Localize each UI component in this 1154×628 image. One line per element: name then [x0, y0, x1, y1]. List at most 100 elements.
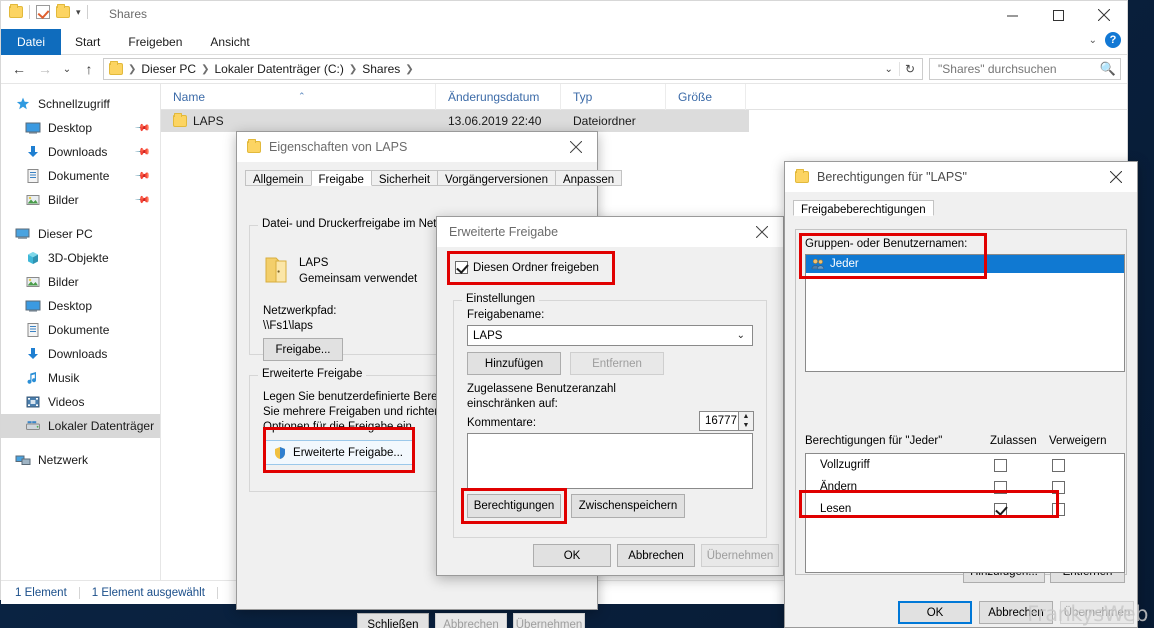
- spinner-up-icon[interactable]: ▲: [739, 412, 753, 421]
- table-row[interactable]: Ändern: [806, 476, 1124, 498]
- pin-icon[interactable]: 📌: [133, 168, 150, 185]
- checkbox-icon[interactable]: [1051, 480, 1065, 494]
- column-header-type[interactable]: Typ: [561, 83, 666, 110]
- pin-icon[interactable]: 📌: [133, 192, 150, 209]
- minimize-icon[interactable]: [989, 1, 1035, 29]
- sidebar-item-dokumente[interactable]: Dokumente 📌: [1, 164, 160, 188]
- navigation-sidebar[interactable]: Schnellzugriff Desktop 📌 Downloads 📌 Dok…: [1, 84, 161, 580]
- tab-datei[interactable]: Datei: [1, 29, 62, 55]
- sidebar-item-dokumente-pc[interactable]: Dokumente: [1, 318, 160, 342]
- tab-freigeben[interactable]: Freigeben: [114, 29, 196, 55]
- checkbox-icon[interactable]: [993, 502, 1007, 516]
- pin-icon[interactable]: 📌: [133, 120, 150, 137]
- sidebar-item-lokaler-datentraeger[interactable]: Lokaler Datenträger: [1, 414, 160, 438]
- kommentare-textarea[interactable]: [467, 433, 753, 489]
- breadcrumb-dieser-pc[interactable]: Dieser PC: [138, 62, 199, 76]
- deny-checkbox[interactable]: [1032, 502, 1084, 516]
- sidebar-item-3d-objekte[interactable]: 3D-Objekte: [1, 246, 160, 270]
- table-row[interactable]: Lesen: [806, 498, 1124, 520]
- column-header-size[interactable]: Größe: [666, 83, 746, 110]
- erweiterte-freigabe-button[interactable]: Erweiterte Freigabe...: [263, 440, 413, 465]
- tab-sicherheit[interactable]: Sicherheit: [370, 170, 439, 186]
- checkbox-icon[interactable]: [1051, 458, 1065, 472]
- quick-access-toolbar[interactable]: ▾: [9, 4, 88, 19]
- chevron-down-icon[interactable]: ⌄: [737, 330, 745, 341]
- forward-button[interactable]: →: [33, 58, 57, 80]
- new-folder-icon[interactable]: [56, 4, 70, 18]
- chevron-down-icon[interactable]: ⌄: [1089, 35, 1097, 46]
- checkbox-icon[interactable]: [1051, 502, 1065, 516]
- sidebar-item-desktop[interactable]: Desktop 📌: [1, 116, 160, 140]
- deny-checkbox[interactable]: [1032, 480, 1084, 494]
- search-input[interactable]: "Shares" durchsuchen 🔍: [929, 58, 1121, 80]
- zwischenspeichern-button[interactable]: Zwischenspeichern: [571, 494, 685, 518]
- allow-checkbox[interactable]: [974, 502, 1026, 516]
- uebernehmen-button[interactable]: Übernehmen: [701, 544, 779, 567]
- up-button[interactable]: ↑: [77, 58, 101, 80]
- search-icon[interactable]: 🔍: [1100, 61, 1116, 77]
- checkbox-icon[interactable]: [993, 480, 1007, 494]
- entfernen-button[interactable]: Entfernen: [570, 352, 664, 375]
- berechtigungen-button[interactable]: Berechtigungen: [467, 494, 561, 518]
- tab-freigabeberechtigungen[interactable]: Freigabeberechtigungen: [793, 200, 934, 216]
- schliessen-button[interactable]: Schließen: [357, 613, 429, 628]
- freigabename-combobox[interactable]: LAPS ⌄: [467, 325, 753, 346]
- address-dropdown-icon[interactable]: ⌄: [881, 64, 897, 75]
- ok-button[interactable]: OK: [898, 601, 972, 624]
- refresh-icon[interactable]: ↻: [898, 62, 920, 76]
- checkbox-icon[interactable]: [993, 458, 1007, 472]
- abbrechen-button[interactable]: Abbrechen: [617, 544, 695, 567]
- maximize-icon[interactable]: [1035, 1, 1081, 29]
- abbrechen-button[interactable]: Abbrechen: [435, 613, 507, 628]
- spinner-down-icon[interactable]: ▼: [739, 421, 753, 430]
- tab-allgemein[interactable]: Allgemein: [245, 170, 312, 186]
- sidebar-item-musik[interactable]: Musik: [1, 366, 160, 390]
- principals-listbox[interactable]: Jeder: [805, 254, 1125, 372]
- recent-locations-button[interactable]: ⌄: [59, 58, 75, 80]
- address-bar[interactable]: ❯ Dieser PC ❯ Lokaler Datenträger (C:) ❯…: [103, 58, 923, 80]
- sidebar-item-videos[interactable]: Videos: [1, 390, 160, 414]
- properties-check-icon[interactable]: [36, 5, 50, 19]
- sidebar-item-downloads[interactable]: Downloads 📌: [1, 140, 160, 164]
- tab-freigabe[interactable]: Freigabe: [310, 170, 372, 186]
- sidebar-item-downloads-pc[interactable]: Downloads: [1, 342, 160, 366]
- checkbox-icon[interactable]: [455, 261, 468, 274]
- allow-checkbox[interactable]: [974, 458, 1026, 472]
- breadcrumb-lokaler-datentraeger[interactable]: Lokaler Datenträger (C:): [211, 62, 346, 76]
- list-item[interactable]: Jeder: [806, 255, 1124, 273]
- benutzeranzahl-input[interactable]: 16777: [699, 411, 739, 431]
- properties-tabstrip[interactable]: Allgemein Freigabe Sicherheit Vorgängerv…: [237, 162, 623, 186]
- sidebar-group-schnellzugriff[interactable]: Schnellzugriff: [1, 92, 160, 116]
- uebernehmen-button[interactable]: Übernehmen: [513, 613, 585, 628]
- tab-anpassen[interactable]: Anpassen: [554, 170, 623, 186]
- back-button[interactable]: ←: [7, 58, 31, 80]
- close-icon[interactable]: [555, 132, 597, 162]
- tab-vorgaengerversionen[interactable]: Vorgängerversionen: [437, 170, 556, 186]
- close-icon[interactable]: [1095, 162, 1137, 192]
- benutzeranzahl-spinner[interactable]: ▲ ▼: [739, 411, 754, 431]
- sidebar-item-desktop-pc[interactable]: Desktop: [1, 294, 160, 318]
- permissions-listbox[interactable]: Vollzugriff Ändern Lesen: [805, 453, 1125, 573]
- allow-checkbox[interactable]: [974, 480, 1026, 494]
- sidebar-item-bilder-pc[interactable]: Bilder: [1, 270, 160, 294]
- hinzufuegen-button[interactable]: Hinzufügen: [467, 352, 561, 375]
- deny-checkbox[interactable]: [1032, 458, 1084, 472]
- pin-icon[interactable]: 📌: [133, 144, 150, 161]
- ok-button[interactable]: OK: [533, 544, 611, 567]
- help-icon[interactable]: ?: [1105, 32, 1121, 48]
- breadcrumb-shares[interactable]: Shares: [359, 62, 403, 76]
- diesen-ordner-freigeben-checkbox[interactable]: Diesen Ordner freigeben: [455, 261, 599, 274]
- close-icon[interactable]: [741, 217, 783, 247]
- tab-ansicht[interactable]: Ansicht: [196, 29, 263, 55]
- close-icon[interactable]: [1081, 1, 1127, 29]
- sidebar-item-bilder[interactable]: Bilder 📌: [1, 188, 160, 212]
- table-row[interactable]: LAPS 13.06.2019 22:40 Dateiordner: [161, 110, 749, 132]
- sidebar-group-netzwerk[interactable]: Netzwerk: [1, 448, 160, 472]
- chevron-down-icon[interactable]: ▾: [76, 7, 81, 17]
- column-header-name[interactable]: Name ⌃: [161, 83, 436, 110]
- column-header-modified[interactable]: Änderungsdatum: [436, 83, 561, 110]
- table-row[interactable]: Vollzugriff: [806, 454, 1124, 476]
- sidebar-group-dieser-pc[interactable]: Dieser PC: [1, 222, 160, 246]
- tab-start[interactable]: Start: [61, 29, 114, 55]
- freigabe-button[interactable]: Freigabe...: [263, 338, 343, 361]
